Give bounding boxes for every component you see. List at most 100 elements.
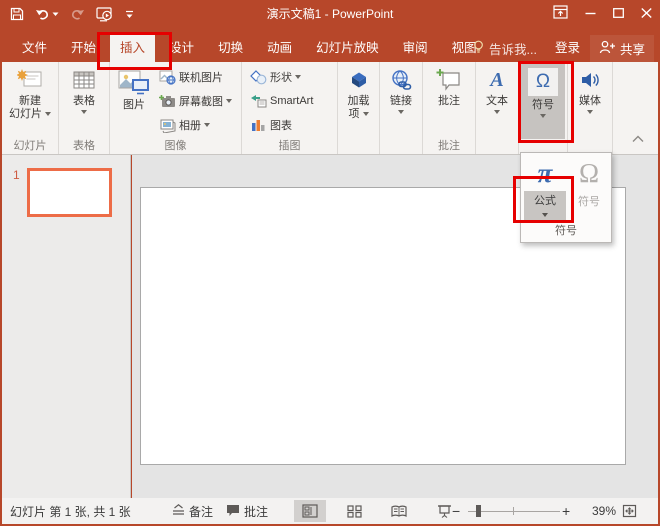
ribbon-group-symbols: Ω 符号: [519, 62, 568, 154]
slide-thumbnail[interactable]: [27, 168, 112, 217]
new-slide-button[interactable]: 新建 幻灯片: [2, 62, 58, 121]
sign-in-button[interactable]: 登录: [545, 35, 590, 62]
equation-menu-item[interactable]: π 公式: [524, 156, 566, 223]
tab-bar-right: 告诉我... 登录 共享: [465, 35, 654, 62]
slide-thumbnail-panel: 1: [2, 155, 131, 498]
ribbon-group-media: 媒体: [568, 62, 613, 154]
media-icon: [580, 65, 600, 95]
dropdown-caret: [204, 123, 210, 127]
maximize-button[interactable]: [613, 5, 624, 23]
status-bar: 幻灯片 第 1 张, 共 1 张 备注 批注 − + 39%: [2, 498, 658, 524]
fit-slide-to-window-button[interactable]: [622, 498, 637, 524]
dropdown-caret: [81, 110, 87, 114]
photo-album-icon: [158, 118, 176, 133]
symbols-button[interactable]: Ω 符号: [521, 63, 565, 139]
tab-animations[interactable]: 动画: [257, 35, 302, 62]
chart-icon: [249, 118, 267, 132]
ribbon-group-slides: 新建 幻灯片 幻灯片: [2, 62, 59, 154]
save-icon[interactable]: [10, 7, 24, 21]
symbols-icon: Ω: [528, 68, 558, 96]
ribbon-group-tables: 表格 表格: [59, 62, 110, 154]
pictures-button[interactable]: 图片: [114, 62, 154, 112]
ribbon-group-images: 图片 联机图片 屏幕截图 相册 图像: [110, 62, 242, 154]
menu-group-label: 符号: [521, 222, 611, 238]
tab-transitions[interactable]: 切换: [208, 35, 253, 62]
table-icon: [72, 65, 96, 95]
new-comment-button[interactable]: 批注: [423, 62, 475, 108]
screenshot-button[interactable]: 屏幕截图: [158, 89, 232, 113]
tab-design[interactable]: 设计: [159, 35, 204, 62]
lightbulb-icon: [473, 40, 484, 57]
redo-icon: [70, 8, 85, 21]
tab-file[interactable]: 文件: [12, 35, 57, 62]
zoom-slider-track[interactable]: [468, 511, 560, 512]
new-comment-icon: [436, 65, 462, 95]
dropdown-caret: [540, 114, 546, 118]
tab-review[interactable]: 审阅: [393, 35, 438, 62]
normal-view-button[interactable]: [294, 500, 326, 522]
tab-slideshow[interactable]: 幻灯片放映: [306, 35, 389, 62]
screenshot-icon: [158, 94, 176, 108]
zoom-in-button[interactable]: +: [562, 498, 570, 524]
slide-sorter-view-button[interactable]: [338, 500, 370, 522]
group-label-illustrations: 插图: [242, 137, 337, 153]
photo-album-button[interactable]: 相册: [158, 113, 232, 137]
dropdown-caret: [542, 213, 548, 217]
illustrations-small-buttons: 形状 SmartArt 图表: [249, 65, 313, 137]
group-label-comments: 批注: [423, 137, 475, 153]
add-ins-button[interactable]: 加载 项: [338, 62, 379, 121]
equation-label: 公式: [534, 195, 556, 207]
close-button[interactable]: [641, 5, 652, 23]
tab-home[interactable]: 开始: [61, 35, 106, 62]
zoom-slider-center-tick: [513, 507, 514, 515]
ribbon-group-text: A 文本: [476, 62, 519, 154]
share-person-icon: [599, 40, 615, 57]
powerpoint-window: 演示文稿1 - PowerPoint 文件 开始 插入 设计 切换 动画 幻灯片…: [0, 0, 660, 526]
dropdown-caret: [363, 112, 369, 116]
window-controls: [553, 0, 652, 28]
undo-icon[interactable]: [35, 8, 59, 21]
online-pictures-icon: [158, 70, 176, 85]
share-button[interactable]: 共享: [590, 35, 654, 62]
title-bar: 演示文稿1 - PowerPoint: [0, 0, 660, 28]
comments-icon: [226, 504, 240, 519]
group-label-slides: 幻灯片: [2, 137, 58, 153]
symbol-label: 符号: [568, 192, 610, 212]
comments-toggle[interactable]: 批注: [226, 498, 268, 524]
text-icon: A: [490, 65, 503, 95]
collapse-ribbon-icon[interactable]: [632, 130, 644, 148]
ribbon-group-illustrations: 形状 SmartArt 图表 插图: [242, 62, 338, 154]
images-small-buttons: 联机图片 屏幕截图 相册: [158, 65, 232, 137]
media-button[interactable]: 媒体: [568, 62, 612, 114]
tab-insert[interactable]: 插入: [110, 35, 155, 62]
minimize-button[interactable]: [585, 5, 596, 23]
online-pictures-button[interactable]: 联机图片: [158, 65, 232, 89]
smartart-button[interactable]: SmartArt: [249, 89, 313, 113]
smartart-icon: [249, 94, 267, 108]
notes-toggle[interactable]: 备注: [172, 498, 213, 524]
zoom-percentage[interactable]: 39%: [584, 498, 616, 524]
link-icon: [389, 65, 413, 95]
slide-number: 1: [13, 168, 20, 182]
start-from-beginning-icon[interactable]: [96, 7, 114, 22]
chart-button[interactable]: 图表: [249, 113, 313, 137]
zoom-out-button[interactable]: −: [452, 498, 460, 524]
links-button[interactable]: 链接: [380, 62, 422, 114]
ribbon-group-comments: 批注 批注: [423, 62, 476, 154]
dropdown-caret: [45, 112, 51, 116]
symbol-menu-item-disabled: Ω 符号: [568, 156, 610, 223]
ribbon-group-addins: 加载 项: [338, 62, 380, 154]
shapes-icon: [249, 70, 267, 85]
ribbon-group-links: 链接: [380, 62, 423, 154]
reading-view-button[interactable]: [383, 500, 415, 522]
tell-me-button[interactable]: 告诉我...: [465, 35, 545, 62]
table-button[interactable]: 表格: [59, 62, 109, 114]
shapes-button[interactable]: 形状: [249, 65, 313, 89]
zoom-slider-handle[interactable]: [476, 505, 481, 517]
ribbon-display-options-icon[interactable]: [553, 5, 568, 24]
notes-icon: [172, 504, 185, 519]
ribbon-tab-bar: 文件 开始 插入 设计 切换 动画 幻灯片放映 审阅 视图 告诉我... 登录 …: [2, 28, 658, 62]
slide-counter: 幻灯片 第 1 张, 共 1 张: [10, 498, 131, 524]
dropdown-caret: [494, 110, 500, 114]
text-button[interactable]: A 文本: [476, 62, 518, 114]
